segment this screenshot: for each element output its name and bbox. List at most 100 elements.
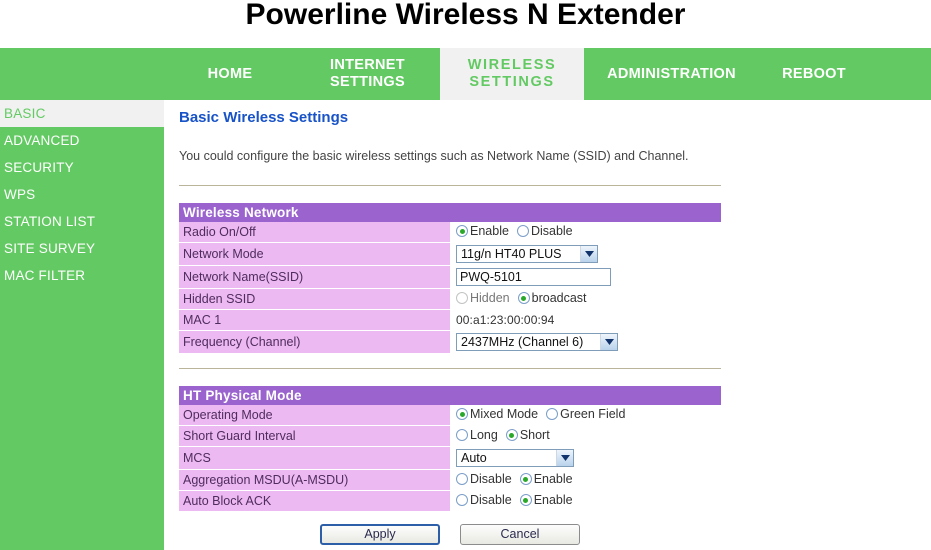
- nav-tab-reboot[interactable]: REBOOT: [759, 48, 869, 100]
- sidebar-item-security[interactable]: SECURITY: [0, 154, 164, 181]
- setting-value: Disable Enable: [450, 469, 721, 491]
- ssid-input[interactable]: [456, 268, 611, 286]
- setting-label: Network Name(SSID): [179, 265, 450, 289]
- setting-label: Radio On/Off: [179, 222, 450, 243]
- radio-option-short[interactable]: Short: [505, 428, 550, 442]
- settings-row: MCS Auto: [179, 446, 721, 470]
- setting-label: Network Mode: [179, 242, 450, 266]
- divider-top: [179, 185, 721, 187]
- router-admin-page: Powerline Wireless N Extender HOME INTERN…: [0, 0, 931, 550]
- setting-label: MCS: [179, 446, 450, 470]
- radio-label: Disable: [530, 224, 573, 239]
- setting-label: Auto Block ACK: [179, 490, 450, 512]
- sidebar-item-label: STATION LIST: [4, 214, 96, 229]
- radio-button[interactable]: [456, 225, 468, 238]
- sidebar-item-mac-filter[interactable]: MAC FILTER: [0, 262, 164, 289]
- sidebar-item-label: SITE SURVEY: [4, 241, 96, 256]
- setting-value: Long Short: [450, 425, 721, 447]
- setting-value: Enable Disable: [450, 222, 721, 243]
- radio-option-hidden[interactable]: Hidden: [456, 291, 510, 305]
- section-description: You could configure the basic wireless s…: [179, 149, 689, 163]
- radio-button[interactable]: [517, 292, 530, 304]
- radio-button[interactable]: [456, 494, 468, 506]
- radio-button[interactable]: [456, 292, 468, 304]
- radio-label: Green Field: [560, 407, 626, 422]
- setting-value: Disable Enable: [450, 490, 721, 512]
- radio-option-disable[interactable]: Disable: [516, 224, 573, 239]
- sidebar-item-site-survey[interactable]: SITE SURVEY: [0, 235, 164, 262]
- dropdown-value: 11g/n HT40 PLUS: [461, 247, 562, 261]
- radio-button[interactable]: [519, 494, 532, 506]
- sidebar-item-label: BASIC: [4, 106, 46, 121]
- radio-option-green-field[interactable]: Green Field: [546, 407, 625, 421]
- setting-value: 11g/n HT40 PLUS: [450, 242, 721, 266]
- radio-label: broadcast: [531, 291, 587, 305]
- nav-tab-label: WIRELESS SETTINGS: [467, 57, 557, 90]
- radio-button[interactable]: [456, 429, 468, 441]
- setting-value: 2437MHz (Channel 6): [450, 330, 721, 354]
- radio-button[interactable]: [456, 408, 468, 421]
- section-title: Wireless Network: [179, 203, 721, 222]
- setting-value: [450, 265, 721, 289]
- radio-option-enable[interactable]: Enable: [519, 472, 573, 486]
- settings-row: Network Mode 11g/n HT40 PLUS: [179, 242, 721, 266]
- setting-value: Hidden broadcast: [450, 288, 721, 310]
- dropdown-select[interactable]: 11g/n HT40 PLUS: [456, 245, 598, 263]
- setting-value: 00:a1:23:00:00:94: [450, 309, 721, 331]
- setting-label: Short Guard Interval: [179, 425, 450, 447]
- nav-tab-label: INTERNET SETTINGS: [330, 57, 405, 90]
- nav-tab-label: REBOOT: [782, 65, 846, 82]
- nav-item-list: HOME INTERNET SETTINGS WIRELESS SETTINGS AD…: [165, 48, 931, 100]
- radio-button[interactable]: [505, 429, 518, 441]
- radio-option-enable[interactable]: Enable: [519, 493, 573, 507]
- radio-label: Long: [470, 428, 498, 442]
- dropdown-select[interactable]: Auto: [456, 449, 574, 467]
- radio-button[interactable]: [456, 473, 468, 485]
- main-navigation: HOME INTERNET SETTINGS WIRELESS SETTINGS AD…: [0, 48, 931, 100]
- sidebar-item-advanced[interactable]: ADVANCED: [0, 127, 164, 154]
- radio-option-mixed-mode[interactable]: Mixed Mode: [456, 407, 538, 421]
- cancel-button[interactable]: Cancel: [460, 524, 580, 545]
- radio-option-disable[interactable]: Disable: [456, 472, 512, 486]
- sidebar-item-wps[interactable]: WPS: [0, 181, 164, 208]
- radio-label: Hidden: [470, 291, 510, 305]
- title-bar: Powerline Wireless N Extender: [0, 0, 931, 48]
- radio-label: Short: [519, 428, 550, 442]
- dropdown-value: Auto: [461, 451, 487, 465]
- section-heading: Basic Wireless Settings: [179, 109, 349, 126]
- chevron-down-icon[interactable]: [556, 450, 573, 466]
- sidebar-item-basic[interactable]: BASIC: [0, 100, 164, 127]
- body-area: BASIC ADVANCED SECURITY WPS STATION LIST SITE…: [0, 100, 931, 550]
- sidebar-item-label: MAC FILTER: [4, 268, 86, 283]
- nav-tab-administration[interactable]: ADMINISTRATION: [584, 48, 759, 100]
- sidebar-item-label: ADVANCED: [4, 133, 80, 148]
- settings-row: Hidden SSID Hidden broadcast: [179, 288, 721, 310]
- nav-tab-internet-settings[interactable]: INTERNET SETTINGS: [295, 48, 440, 100]
- chevron-down-icon[interactable]: [600, 334, 617, 350]
- radio-label: Enable: [470, 224, 509, 239]
- nav-tab-wireless-settings[interactable]: WIRELESS SETTINGS: [440, 48, 584, 100]
- sidebar: BASIC ADVANCED SECURITY WPS STATION LIST SITE…: [0, 100, 165, 550]
- settings-row: Radio On/Off Enable Disable: [179, 222, 721, 243]
- section-title: HT Physical Mode: [179, 386, 721, 405]
- radio-option-enable[interactable]: Enable: [456, 224, 509, 238]
- setting-value: Auto: [450, 446, 721, 470]
- sidebar-item-label: SECURITY: [4, 160, 74, 175]
- chevron-down-icon[interactable]: [580, 246, 597, 262]
- radio-label: Mixed Mode: [470, 407, 539, 422]
- settings-table: HT Physical Mode Operating Mode Mixed Mode…: [179, 386, 721, 512]
- dropdown-select[interactable]: 2437MHz (Channel 6): [456, 333, 618, 351]
- radio-button[interactable]: [519, 473, 532, 485]
- settings-row: Frequency (Channel) 2437MHz (Channel 6): [179, 330, 721, 354]
- radio-option-broadcast[interactable]: broadcast: [517, 291, 587, 305]
- sidebar-item-station-list[interactable]: STATION LIST: [0, 208, 164, 235]
- sidebar-item-label: WPS: [4, 187, 36, 202]
- apply-button[interactable]: Apply: [320, 524, 440, 545]
- radio-option-disable[interactable]: Disable: [456, 493, 512, 507]
- radio-button[interactable]: [546, 408, 559, 421]
- radio-button[interactable]: [516, 225, 529, 238]
- setting-label: MAC 1: [179, 309, 450, 331]
- nav-tab-home[interactable]: HOME: [165, 48, 295, 100]
- radio-option-long[interactable]: Long: [456, 428, 498, 442]
- divider-section: [179, 368, 721, 370]
